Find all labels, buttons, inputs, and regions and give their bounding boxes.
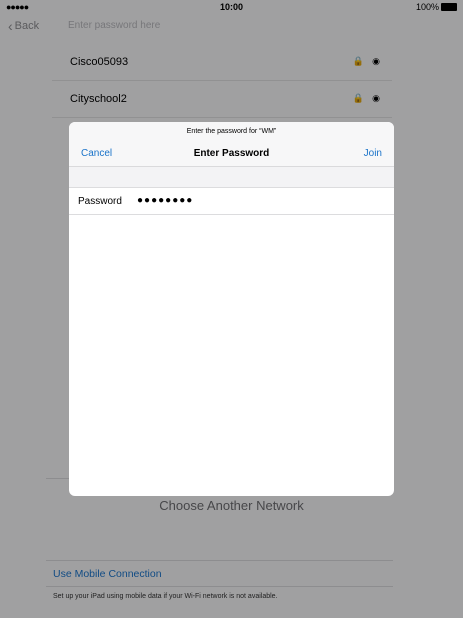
join-button[interactable]: Join (364, 148, 382, 159)
password-input[interactable]: ●●●●●●●● (137, 195, 193, 206)
spacer (69, 167, 394, 188)
password-label: Password (78, 196, 122, 207)
dialog-header: Enter the password for “WM” Cancel Enter… (69, 122, 394, 167)
dialog-prompt: Enter the password for “WM” (186, 128, 277, 135)
password-field[interactable]: Password ●●●●●●●● (69, 188, 394, 215)
password-dialog: Enter the password for “WM” Cancel Enter… (69, 122, 394, 496)
dialog-title: Enter Password (193, 148, 270, 159)
